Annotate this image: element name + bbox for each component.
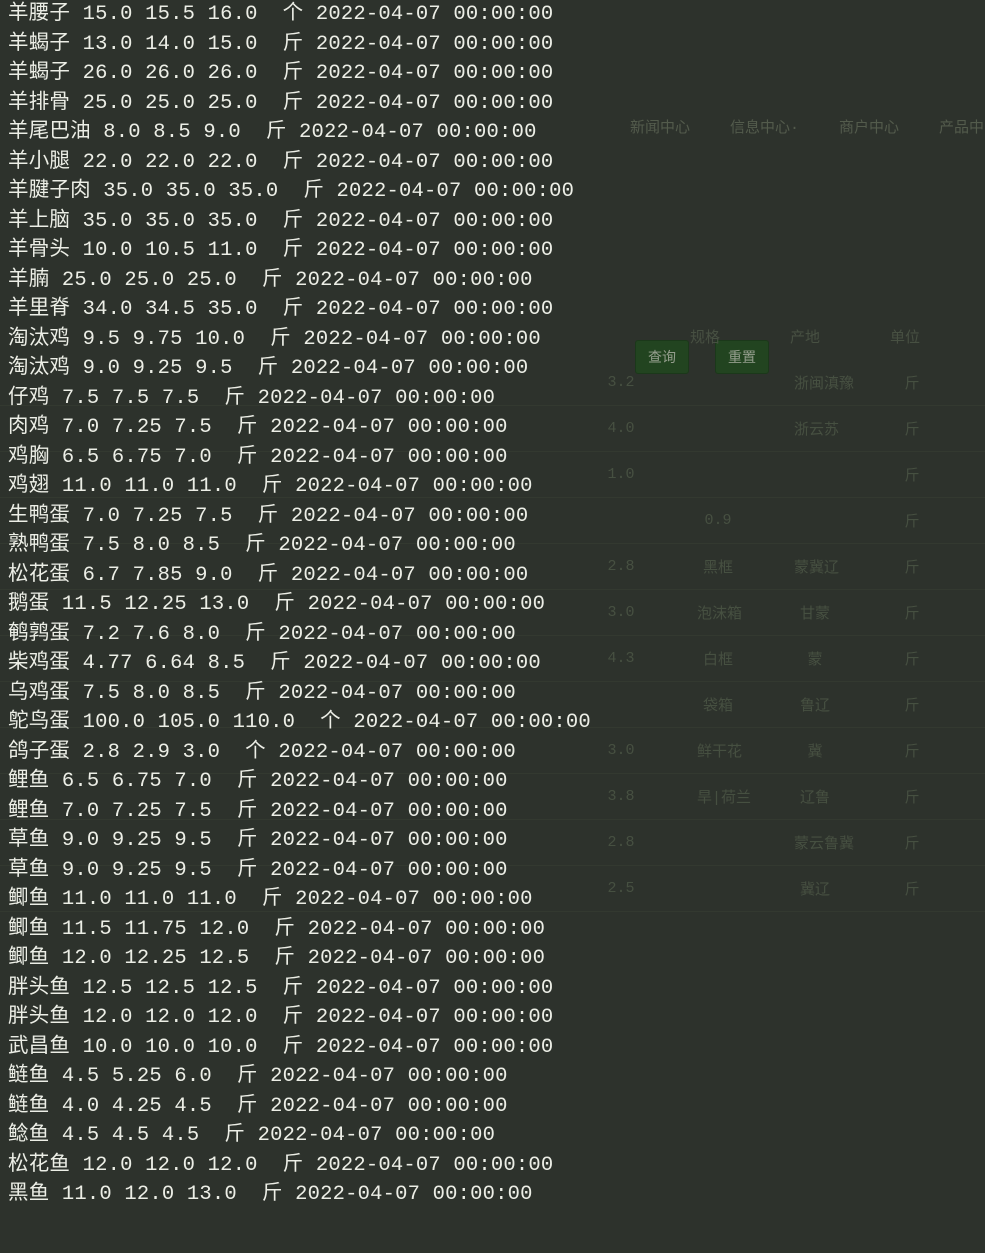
cell: 斤 xyxy=(891,556,933,577)
cell: 浙闽滇豫 xyxy=(794,372,836,393)
cell: 4.0 xyxy=(600,420,642,437)
cell: 旱|荷兰 xyxy=(697,786,739,807)
th-origin: 产地 xyxy=(790,326,820,347)
cell: 2.8 xyxy=(600,558,642,575)
cell: 斤 xyxy=(891,372,933,393)
cell: 鲁辽 xyxy=(794,694,836,715)
cell: 泡沫箱 xyxy=(697,602,739,623)
cell: 斤 xyxy=(891,694,933,715)
cell: 斤 xyxy=(891,418,933,439)
cell: 斤 xyxy=(891,602,933,623)
cell: 袋箱 xyxy=(697,694,739,715)
cell: 辽鲁 xyxy=(794,786,836,807)
cell: 浙云苏 xyxy=(794,418,836,439)
cell: 蒙 xyxy=(794,648,836,669)
cell: 斤 xyxy=(891,648,933,669)
cell: 0.9 xyxy=(697,512,739,529)
cell: 3.0 xyxy=(600,742,642,759)
cell: 斤 xyxy=(891,510,933,531)
th-unit: 单位 xyxy=(890,326,920,347)
nav-item[interactable]: 信息中心· xyxy=(730,116,799,137)
cell: 3.8 xyxy=(600,788,642,805)
cell: 斤 xyxy=(891,740,933,761)
cell: 斤 xyxy=(891,832,933,853)
cell: 冀 xyxy=(794,740,836,761)
nav-item[interactable]: 产品中 xyxy=(939,116,984,137)
cell: 黑框 xyxy=(697,556,739,577)
cell: 3.0 xyxy=(600,604,642,621)
cell: 蒙冀辽 xyxy=(794,556,836,577)
nav-item[interactable]: 商户中心 xyxy=(839,116,899,137)
cell: 2.8 xyxy=(600,834,642,851)
cell: 2.5 xyxy=(600,880,642,897)
th-spec: 规格 xyxy=(690,326,720,347)
cell: 斤 xyxy=(891,464,933,485)
nav-item[interactable]: 新闻中心 xyxy=(630,116,690,137)
cell: 4.3 xyxy=(600,650,642,667)
cell: 白框 xyxy=(697,648,739,669)
cell: 斤 xyxy=(891,786,933,807)
cell: 鲜干花 xyxy=(697,740,739,761)
cell: 冀辽 xyxy=(794,878,836,899)
cell: 斤 xyxy=(891,878,933,899)
cell: 1.0 xyxy=(600,466,642,483)
console-price-output: 羊腰子 15.0 15.5 16.0 个 2022-04-07 00:00:00… xyxy=(8,0,591,1210)
cell: 3.2 xyxy=(600,374,642,391)
cell: 甘蒙 xyxy=(794,602,836,623)
cell: 蒙云鲁冀 xyxy=(794,832,836,853)
